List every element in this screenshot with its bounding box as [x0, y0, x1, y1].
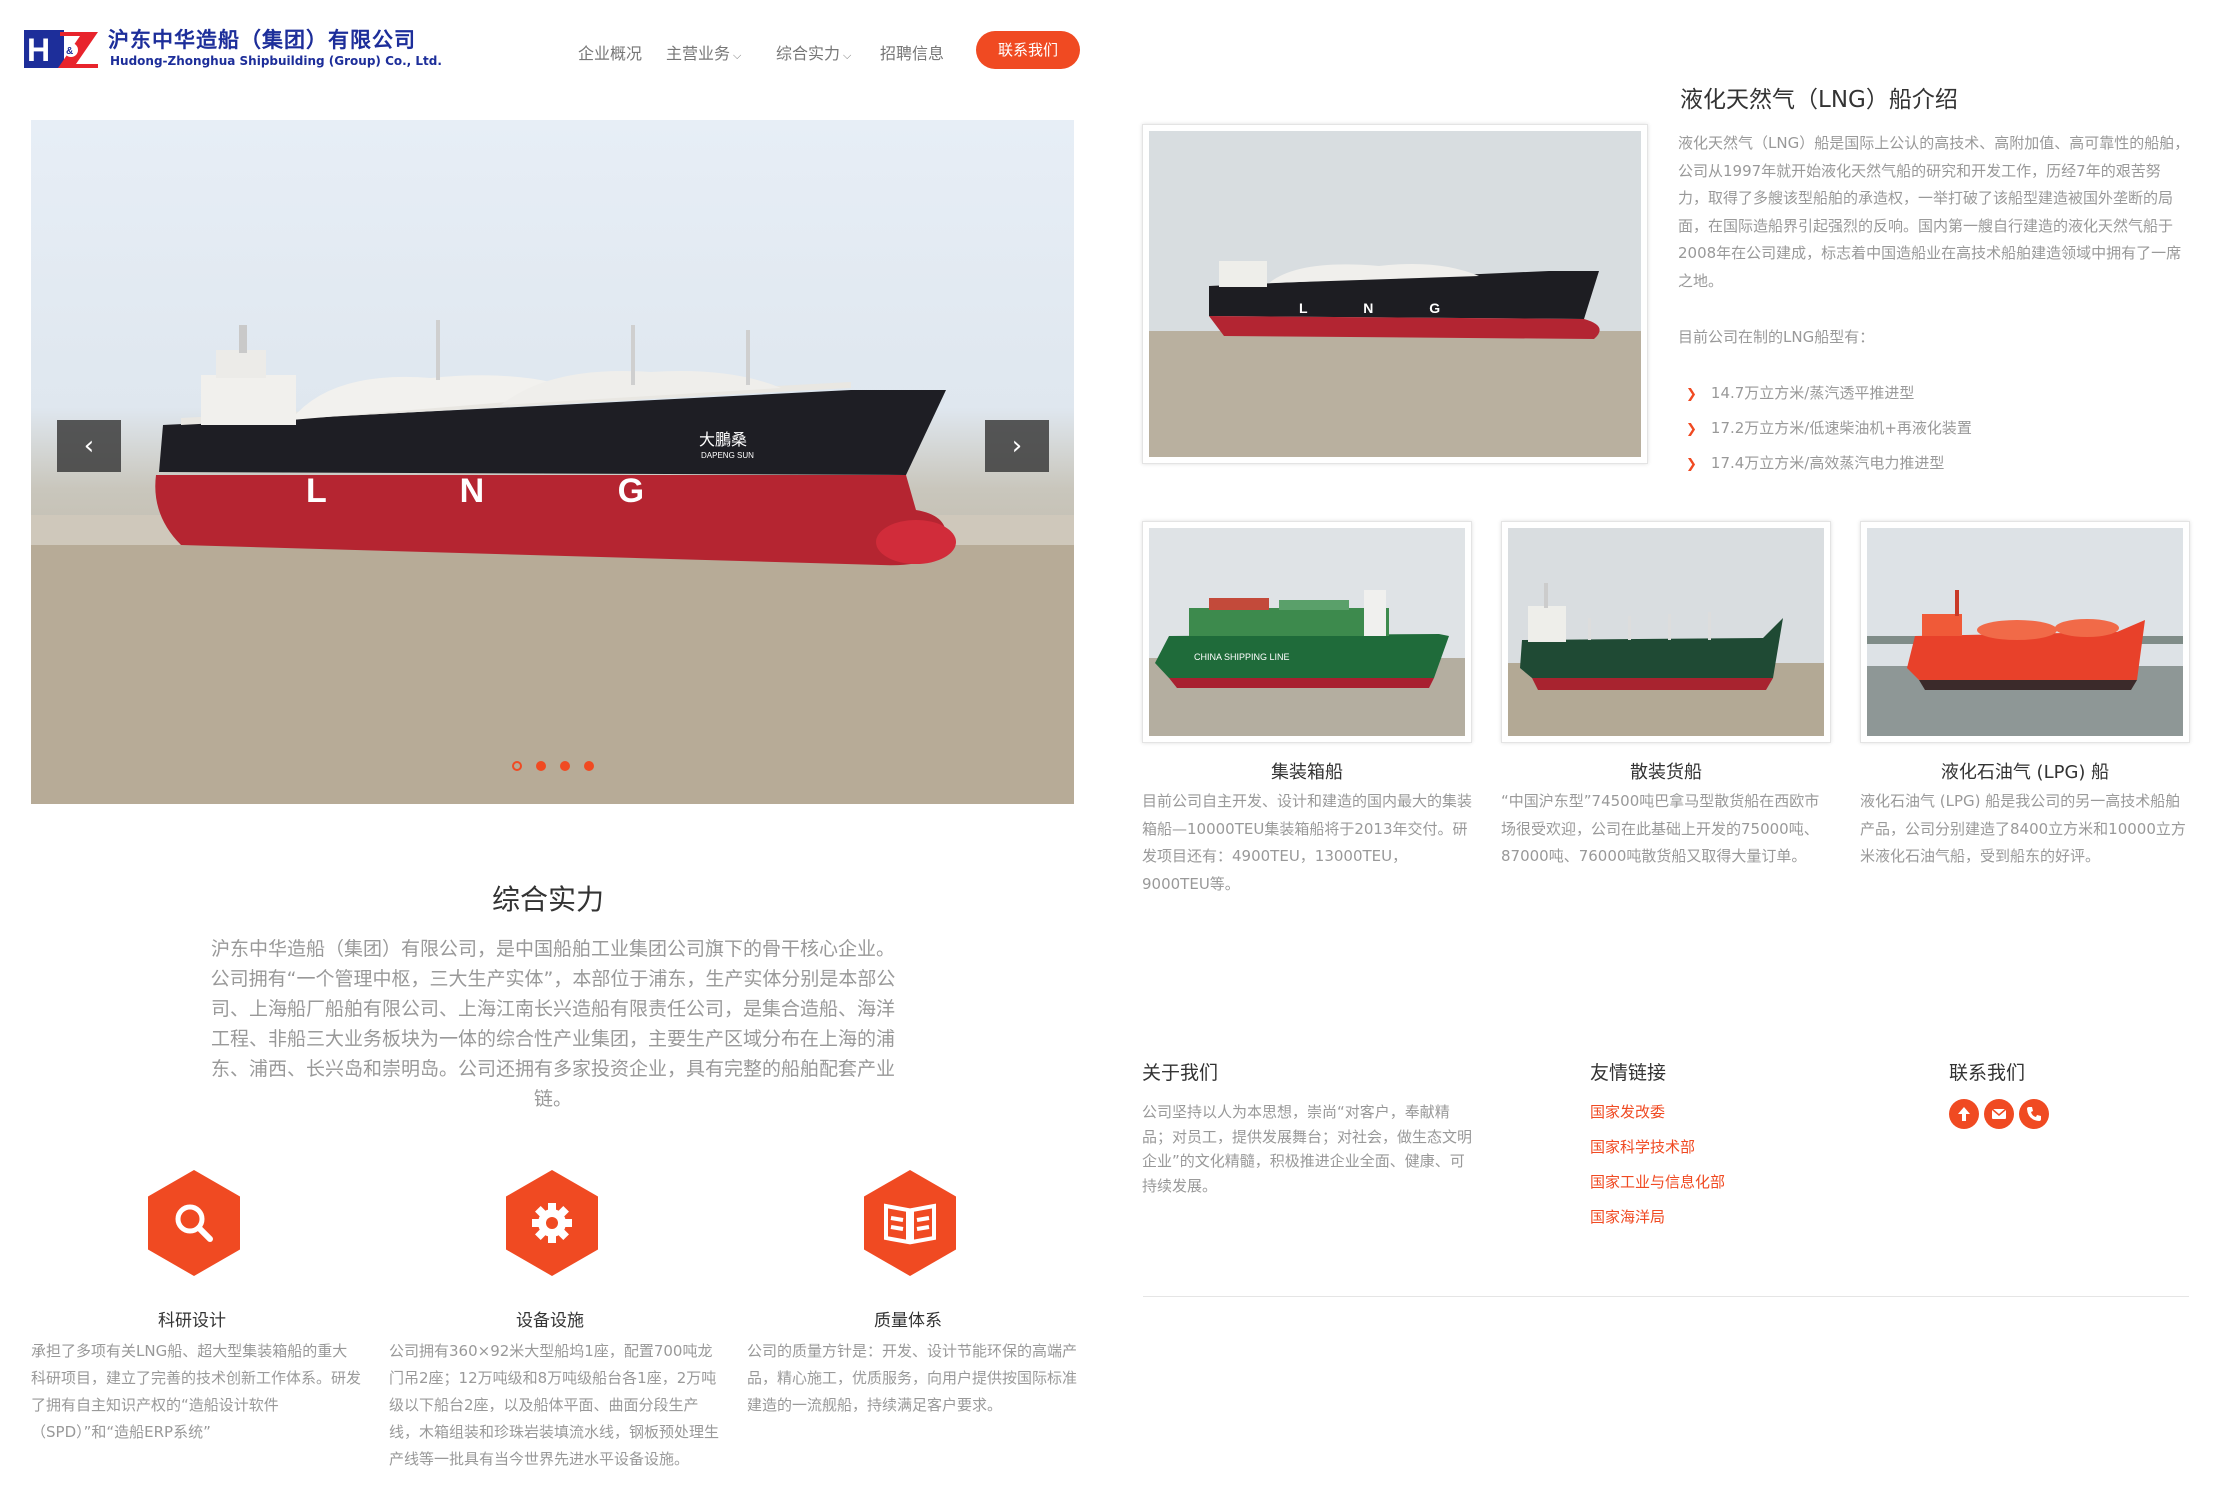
company-name-en: Hudong-Zhonghua Shipbuilding (Group) Co.…: [110, 54, 442, 68]
feature-title-quality: 质量体系: [874, 1311, 942, 1331]
slider-dot-4[interactable]: [584, 761, 594, 771]
lng-description: 液化天然气（LNG）船是国际上公认的高技术、高附加值、高可靠性的船舶，公司从19…: [1678, 134, 2190, 290]
lng-ship-photo: L N G 大鵬桑 DAPENG SUN: [31, 320, 1074, 804]
feature-text-research: 承担了多项有关LNG船、超大型集装箱船的重大科研项目，建立了完善的技术创新工作体…: [31, 1342, 362, 1441]
section-title-strength: 综合实力: [492, 883, 605, 916]
gear-icon: [532, 1203, 572, 1243]
mail-icon[interactable]: [1984, 1099, 2014, 1129]
lng-type-item: ❯ 14.7万立方米/蒸汽透平推进型: [1686, 382, 1914, 403]
ship-type-text: “中国沪东型”74500吨巴拿马型散货船在西欧市场很受欢迎，公司在此基础上开发的…: [1501, 792, 1820, 865]
hull-lng-letters: L N G: [306, 472, 706, 510]
feature-hex-equipment: [506, 1170, 598, 1276]
lng-type-item: ❯ 17.4万立方米/高效蒸汽电力推进型: [1686, 452, 1944, 473]
footer-about-title: 关于我们: [1142, 1062, 1219, 1084]
feature-title-research: 科研设计: [158, 1311, 226, 1331]
footer-link-soa[interactable]: 国家海洋局: [1590, 1206, 1665, 1227]
lng-type-label: 17.2万立方米/低速柴油机+再液化装置: [1710, 419, 1972, 437]
chevron-right-icon: ❯: [1686, 457, 1697, 472]
nav-about[interactable]: 企业概况: [578, 40, 642, 64]
ship-type-title: 集装箱船: [1271, 762, 1343, 783]
contact-us-button[interactable]: 联系我们: [976, 31, 1080, 69]
nav-label: 综合实力: [776, 44, 841, 63]
feature-text-equipment: 公司拥有360×92米大型船坞1座，配置700吨龙门吊2座；12万吨级和8万吨级…: [389, 1342, 720, 1468]
chevron-right-icon: ❯: [1686, 422, 1697, 437]
nav-strength[interactable]: 综合实力 ⌵: [776, 40, 851, 64]
lng-type-label: 17.4万立方米/高效蒸汽电力推进型: [1710, 454, 1945, 472]
svg-text:H: H: [27, 32, 50, 68]
lpg-ship-image: [1860, 521, 2190, 743]
feature-hex-research: [148, 1170, 240, 1276]
nav-label: 主营业务: [666, 44, 731, 63]
nav-business[interactable]: 主营业务 ⌵: [666, 40, 741, 64]
slider-dot-2[interactable]: [536, 761, 546, 771]
ship-type-title: 液化石油气 (LPG) 船: [1940, 762, 2110, 783]
feature-title-equipment: 设备设施: [516, 1311, 584, 1331]
footer-link-most[interactable]: 国家科学技术部: [1590, 1136, 1695, 1157]
ship-type-text: 液化石油气 (LPG) 船是我公司的另一高技术船舶产品，公司分别建造了8400立…: [1860, 792, 2186, 865]
company-logo[interactable]: H &: [24, 26, 100, 70]
footer-links-title: 友情链接: [1590, 1062, 1667, 1084]
lng-types-label: 目前公司在制的LNG船型有：: [1678, 328, 1875, 346]
ship-type-text: 目前公司自主开发、设计和建造的国内最大的集装箱船—10000TEU集装箱船将于2…: [1142, 792, 1473, 893]
lng-section-title: 液化天然气（LNG）船介绍: [1680, 87, 1958, 113]
chevron-down-icon: ⌵: [843, 49, 852, 62]
phone-icon[interactable]: [2019, 1099, 2049, 1129]
ship-name-cn: 大鵬桑: [699, 430, 747, 449]
company-name-cn: 沪东中华造船（集团）有限公司: [108, 28, 416, 52]
strength-description: 沪东中华造船（集团）有限公司，是中国船舶工业集团公司旗下的骨干核心企业。公司拥有…: [210, 938, 896, 1110]
lng-ship-thumbnail: L N G: [1149, 131, 1641, 457]
feature-hex-quality: [864, 1170, 956, 1276]
footer-about-text: 公司坚持以人为本思想，崇尚“对客户，奉献精品；对员工，提供发展舞台；对社会，做生…: [1142, 1103, 1473, 1195]
logo-mark-icon: H &: [24, 30, 98, 68]
lng-type-item: ❯ 17.2万立方米/低速柴油机+再液化装置: [1686, 417, 1972, 438]
ship-name-en: DAPENG SUN: [701, 451, 754, 460]
chevron-down-icon: ⌵: [733, 49, 742, 62]
nav-label: 招聘信息: [880, 44, 945, 63]
bulk-carrier-image: [1501, 521, 1831, 743]
footer-divider: [1143, 1296, 2189, 1297]
slider-next-button[interactable]: ›: [985, 420, 1049, 472]
slider-dot-1[interactable]: [512, 761, 522, 771]
slider-prev-button[interactable]: ‹: [57, 420, 121, 472]
slider-dot-3[interactable]: [560, 761, 570, 771]
bulk-carrier-thumbnail: [1508, 528, 1824, 736]
hero-slider: L N G 大鵬桑 DAPENG SUN: [31, 120, 1074, 804]
container-ship-image: CHINA SHIPPING LINE: [1142, 521, 1472, 743]
container-ship-thumbnail: CHINA SHIPPING LINE: [1149, 528, 1465, 736]
lpg-ship-thumbnail: [1867, 528, 2183, 736]
hull-text: CHINA SHIPPING LINE: [1194, 652, 1290, 662]
lng-ship-image: L N G: [1142, 124, 1648, 464]
upload-icon[interactable]: [1949, 1099, 1979, 1129]
svg-text:&: &: [66, 46, 73, 57]
feature-text-quality: 公司的质量方针是：开发、设计节能环保的高端产品，精心施工，优质服务，向用户提供按…: [747, 1342, 1078, 1414]
footer-link-miit[interactable]: 国家工业与信息化部: [1590, 1171, 1725, 1192]
hull-lng-letters-small: L N G: [1299, 300, 1466, 316]
footer-link-ndrc[interactable]: 国家发改委: [1590, 1101, 1665, 1122]
chevron-right-icon: ❯: [1686, 387, 1697, 402]
ship-type-title: 散装货船: [1630, 762, 1702, 783]
nav-label: 企业概况: [578, 44, 643, 63]
lng-type-label: 14.7万立方米/蒸汽透平推进型: [1710, 384, 1915, 402]
nav-jobs[interactable]: 招聘信息: [880, 40, 944, 64]
footer-contact-title: 联系我们: [1949, 1062, 2026, 1084]
